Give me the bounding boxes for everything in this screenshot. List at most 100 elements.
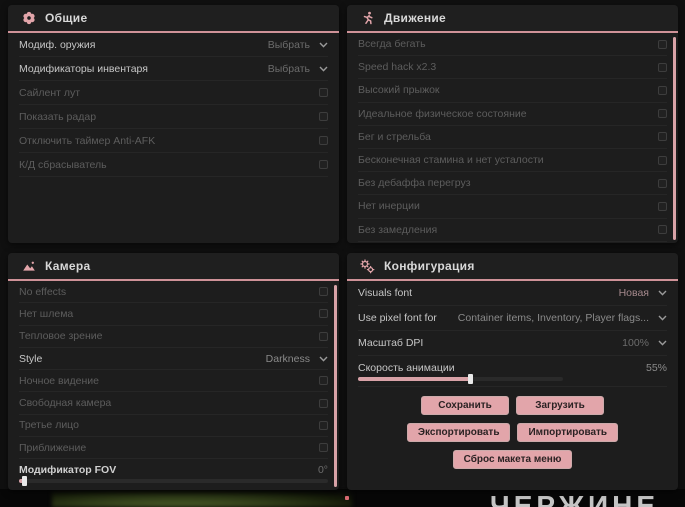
row-inventory-mods[interactable]: Модификаторы инвентаря Выбрать [19, 57, 328, 81]
export-button[interactable]: Экспортировать [406, 423, 511, 442]
import-button[interactable]: Импортировать [517, 423, 619, 442]
panel-grid: Общие Модиф. оружия Выбрать Модификаторы… [8, 5, 678, 490]
config-buttons: Сохранить Загрузить Экспортировать Импор… [358, 396, 667, 469]
checkbox[interactable] [658, 155, 667, 165]
panel-movement-header[interactable]: Движение [347, 5, 678, 33]
panel-config-header[interactable]: Конфигурация [347, 253, 678, 281]
checkbox[interactable] [658, 62, 667, 72]
row-label: Сайлент лут [19, 86, 81, 99]
slider-handle[interactable] [467, 373, 473, 384]
checkbox[interactable] [658, 85, 667, 95]
checkbox[interactable] [319, 136, 328, 145]
row-label: Модификатор FOV [19, 464, 117, 477]
checkbox[interactable] [319, 160, 328, 169]
row-perfect-physical-condition[interactable]: Идеальное физическое состояние [358, 103, 667, 126]
panel-title: Камера [45, 259, 91, 273]
style-select[interactable]: Darkness [266, 353, 328, 365]
row-no-slowdown[interactable]: Без замедления [358, 219, 667, 242]
row-label: Свободная камера [19, 397, 112, 410]
row-label: Приближение [19, 441, 87, 454]
row-thermal-vision[interactable]: Тепловое зрение [19, 326, 328, 348]
row-infinite-stamina[interactable]: Бесконечная стамина и нет усталости [358, 149, 667, 173]
panel-title: Конфигурация [384, 259, 475, 273]
row-label: Visuals font [358, 287, 413, 299]
gears-icon [360, 258, 375, 274]
checkbox[interactable] [319, 287, 328, 297]
checkbox[interactable] [658, 201, 667, 211]
row-always-run[interactable]: Всегда бегать [358, 33, 667, 57]
row-silent-loot[interactable]: Сайлент лут [19, 81, 328, 105]
row-visuals-font[interactable]: Visuals font Новая [358, 281, 667, 306]
checkbox[interactable] [319, 331, 328, 341]
panel-movement: Движение Всегда бегать Speed hack x2.3 В… [347, 5, 678, 243]
animation-speed-slider[interactable] [358, 373, 563, 384]
checkbox[interactable] [658, 109, 667, 119]
row-style[interactable]: Style Darkness [19, 348, 328, 371]
checkbox[interactable] [658, 132, 667, 142]
row-no-overload-debuff[interactable]: Без дебаффа перегруз [358, 172, 667, 196]
checkbox[interactable] [319, 309, 328, 319]
row-night-vision[interactable]: Ночное видение [19, 370, 328, 393]
row-label: Нет инерции [358, 200, 420, 213]
row-no-effects[interactable]: No effects [19, 281, 328, 304]
checkbox[interactable] [319, 443, 328, 453]
image-icon [21, 259, 36, 274]
dpi-scale-select[interactable]: 100% [622, 337, 667, 349]
row-label: No effects [19, 285, 67, 298]
chevron-down-icon [658, 315, 667, 321]
row-speed-hack[interactable]: Speed hack x2.3 [358, 56, 667, 80]
panel-title: Общие [45, 11, 88, 25]
row-pixel-font-targets[interactable]: Use pixel font for Container items, Inve… [358, 306, 667, 331]
row-label: Скорость анимации [358, 361, 455, 374]
panel-title: Движение [384, 11, 447, 25]
weapon-mod-select[interactable]: Выбрать [268, 39, 328, 51]
animation-speed-value: 55% [645, 361, 667, 374]
row-label: Модиф. оружия [19, 38, 96, 51]
row-label: Ночное видение [19, 374, 99, 387]
scrollbar[interactable] [334, 285, 337, 487]
slider-handle[interactable] [22, 476, 28, 487]
row-label: Идеальное физическое состояние [358, 107, 527, 120]
row-label: Третье лицо [19, 419, 79, 432]
visuals-font-select[interactable]: Новая [619, 287, 667, 299]
row-high-jump[interactable]: Высокий прыжок [358, 79, 667, 103]
checkbox[interactable] [658, 178, 667, 188]
save-button[interactable]: Сохранить [421, 396, 509, 415]
panel-general: Общие Модиф. оружия Выбрать Модификаторы… [8, 5, 339, 243]
row-no-helmet[interactable]: Нет шлема [19, 303, 328, 326]
game-grass-background [52, 492, 352, 507]
checkbox[interactable] [319, 420, 328, 430]
row-free-camera[interactable]: Свободная камера [19, 392, 328, 415]
row-label: Speed hack x2.3 [358, 61, 437, 74]
checkbox[interactable] [319, 376, 328, 386]
row-no-inertia[interactable]: Нет инерции [358, 195, 667, 219]
panel-camera-header[interactable]: Камера [8, 253, 339, 281]
checkbox[interactable] [319, 112, 328, 121]
pixel-font-select[interactable]: Container items, Inventory, Player flags… [458, 312, 667, 324]
row-cooldown-reset[interactable]: К/Д сбрасыватель [19, 153, 328, 177]
inventory-mods-select[interactable]: Выбрать [268, 63, 328, 75]
checkbox[interactable] [319, 398, 328, 408]
row-third-person[interactable]: Третье лицо [19, 415, 328, 438]
load-button[interactable]: Загрузить [516, 396, 604, 415]
row-show-radar[interactable]: Показать радар [19, 105, 328, 129]
checkbox[interactable] [658, 225, 667, 235]
row-zoom[interactable]: Приближение [19, 437, 328, 460]
row-animation-speed[interactable]: Скорость анимации 55% [358, 356, 667, 387]
chevron-down-icon [658, 290, 667, 296]
checkbox[interactable] [319, 88, 328, 97]
row-dpi-scale[interactable]: Масштаб DPI 100% [358, 331, 667, 356]
checkbox[interactable] [658, 39, 667, 49]
reset-menu-layout-button[interactable]: Сброс макета меню [452, 450, 573, 469]
row-disable-antiafk-timer[interactable]: Отключить таймер Anti-AFK [19, 129, 328, 153]
fov-slider[interactable] [19, 476, 328, 487]
row-label: Модификаторы инвентаря [19, 62, 148, 75]
chevron-down-icon [319, 42, 328, 48]
row-fov-modifier[interactable]: Модификатор FOV 0° [19, 459, 328, 488]
scrollbar[interactable] [673, 37, 676, 240]
row-run-and-shoot[interactable]: Бег и стрельба [358, 126, 667, 149]
row-label: Style [19, 352, 43, 365]
panel-general-header[interactable]: Общие [8, 5, 339, 33]
row-weapon-mod[interactable]: Модиф. оружия Выбрать [19, 33, 328, 57]
row-label: Use pixel font for [358, 312, 437, 324]
